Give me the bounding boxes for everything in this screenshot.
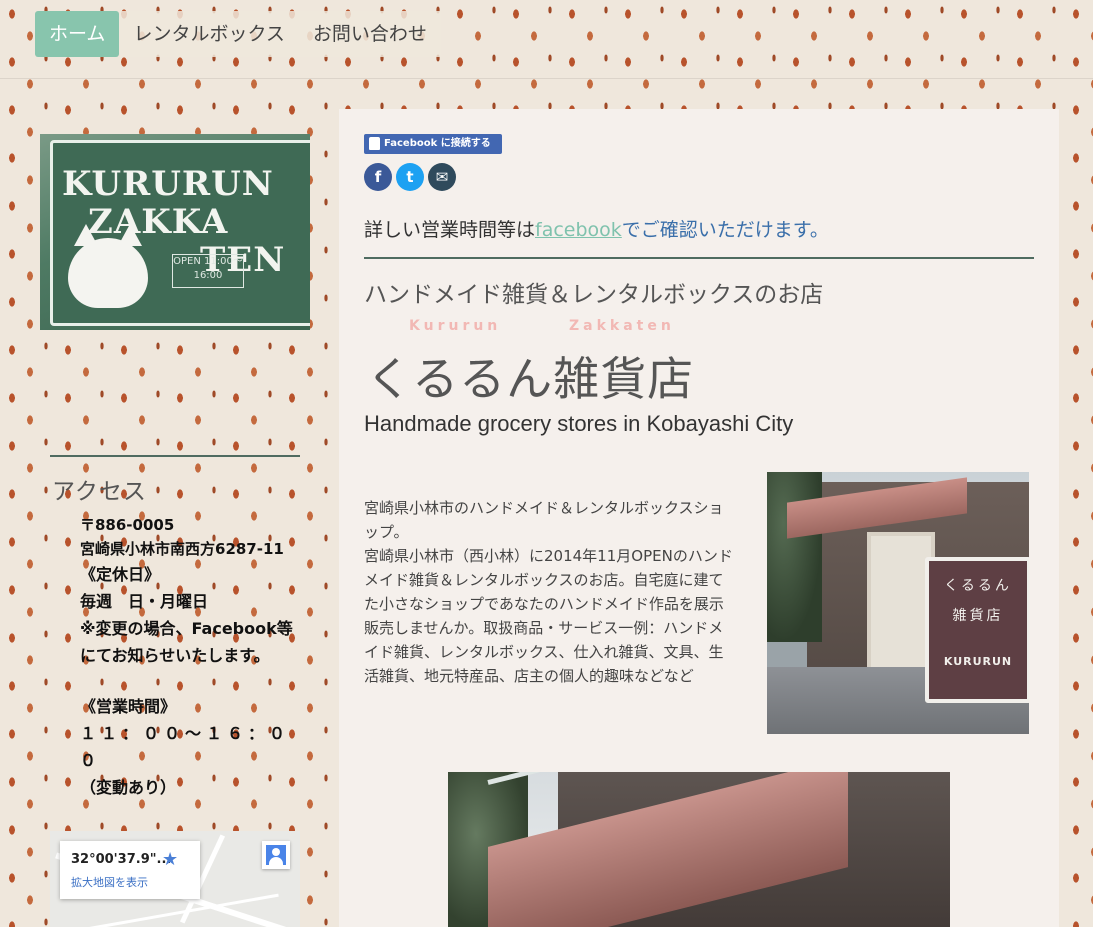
nav-item-rental-box[interactable]: レンタルボックス <box>119 11 299 57</box>
romaji-zakkaten: Zakkaten <box>569 318 675 334</box>
postal-code: 〒886-0005 <box>80 516 175 534</box>
share-facebook-icon[interactable]: f <box>364 163 392 191</box>
storefront-photo: くるるん 雑貨店 KURURUN <box>767 472 1029 734</box>
romaji-kururun: Kururun <box>409 318 502 334</box>
shop-name-heading: くるるん雑貨店 <box>366 352 695 406</box>
sign-open-hours: OPEN 11:00〜16:00 <box>172 254 244 288</box>
hours-note: （変動あり） <box>80 778 177 797</box>
notice-prefix: 詳しい営業時間等は <box>364 219 536 241</box>
shop-sign-image: KURURUN ZAKKA TEN OPEN 11:00〜16:00 <box>40 134 310 330</box>
content-divider <box>364 257 1034 259</box>
share-mail-icon[interactable]: ✉ <box>428 163 456 191</box>
business-hours: １１：００〜１６：００ <box>80 724 291 770</box>
thumbs-up-icon <box>369 137 380 150</box>
map-info-card: 32°00'37.9"... ★ 拡大地図を表示 <box>60 841 200 899</box>
notice-suffix: でご確認いただけます。 <box>621 219 829 241</box>
street-view-pegman-icon[interactable] <box>262 841 290 869</box>
access-info: 〒886-0005 宮崎県小林市南西方6287-11 《定休日》 毎週 日・月曜… <box>80 513 305 801</box>
nav-item-home[interactable]: ホーム <box>35 11 120 57</box>
closed-heading: 《定休日》 <box>80 565 161 584</box>
awning-photo <box>448 772 950 927</box>
save-star-icon[interactable]: ★ <box>162 849 178 870</box>
nav-item-contact[interactable]: お問い合わせ <box>298 11 441 57</box>
cat-illustration <box>68 224 148 308</box>
nav-divider <box>0 78 1093 79</box>
address: 宮崎県小林市南西方6287-11 <box>80 540 284 558</box>
shop-tagline: ハンドメイド雑貨＆レンタルボックスのお店 <box>364 282 824 308</box>
map-coordinates: 32°00'37.9"... <box>71 852 172 867</box>
sidebar: KURURUN ZAKKA TEN OPEN 11:00〜16:00 <box>40 134 310 330</box>
sign-line-2: ZAKKA <box>88 202 229 242</box>
closed-days: 毎週 日・月曜日 <box>80 592 209 611</box>
photo-sign-line-1: くるるん <box>944 578 1012 594</box>
shop-description: 宮崎県小林市のハンドメイド＆レンタルボックスショップ。 宮崎県小林市（西小林）に… <box>364 496 736 688</box>
description-text: 宮崎県小林市のハンドメイド＆レンタルボックスショップ。 宮崎県小林市（西小林）に… <box>364 499 733 685</box>
shop-subtitle: Handmade grocery stores in Kobayashi Cit… <box>364 411 794 436</box>
facebook-connect-label: Facebook に接続する <box>384 138 491 149</box>
access-heading: アクセス <box>52 479 147 505</box>
photo-tree <box>767 472 822 642</box>
photo-sign-line-2: 雑貨店 <box>952 608 1004 624</box>
facebook-link[interactable]: facebook <box>535 219 622 241</box>
photo-sign-line-3: KURURUN <box>943 655 1013 668</box>
main-content: Facebook に接続する f t ✉ 詳しい営業時間等はfacebookでご… <box>339 109 1059 927</box>
sidebar-divider <box>50 455 300 457</box>
hours-heading: 《営業時間》 <box>80 697 177 716</box>
main-nav: ホーム レンタルボックス お問い合わせ <box>35 10 441 58</box>
share-twitter-icon[interactable]: t <box>396 163 424 191</box>
view-larger-map-link[interactable]: 拡大地図を表示 <box>71 874 148 890</box>
photo-shop-sign: くるるん 雑貨店 KURURUN <box>925 557 1029 703</box>
google-map[interactable]: 32°00'37.9"... ★ 拡大地図を表示 <box>50 831 300 927</box>
facebook-connect-button[interactable]: Facebook に接続する <box>364 134 502 154</box>
sign-line-1: KURURUN <box>62 164 274 204</box>
closed-note: ※変更の場合、Facebook等にてお知らせいたします。 <box>80 619 293 665</box>
hours-notice: 詳しい営業時間等はfacebookでご確認いただけます。 <box>364 215 829 242</box>
